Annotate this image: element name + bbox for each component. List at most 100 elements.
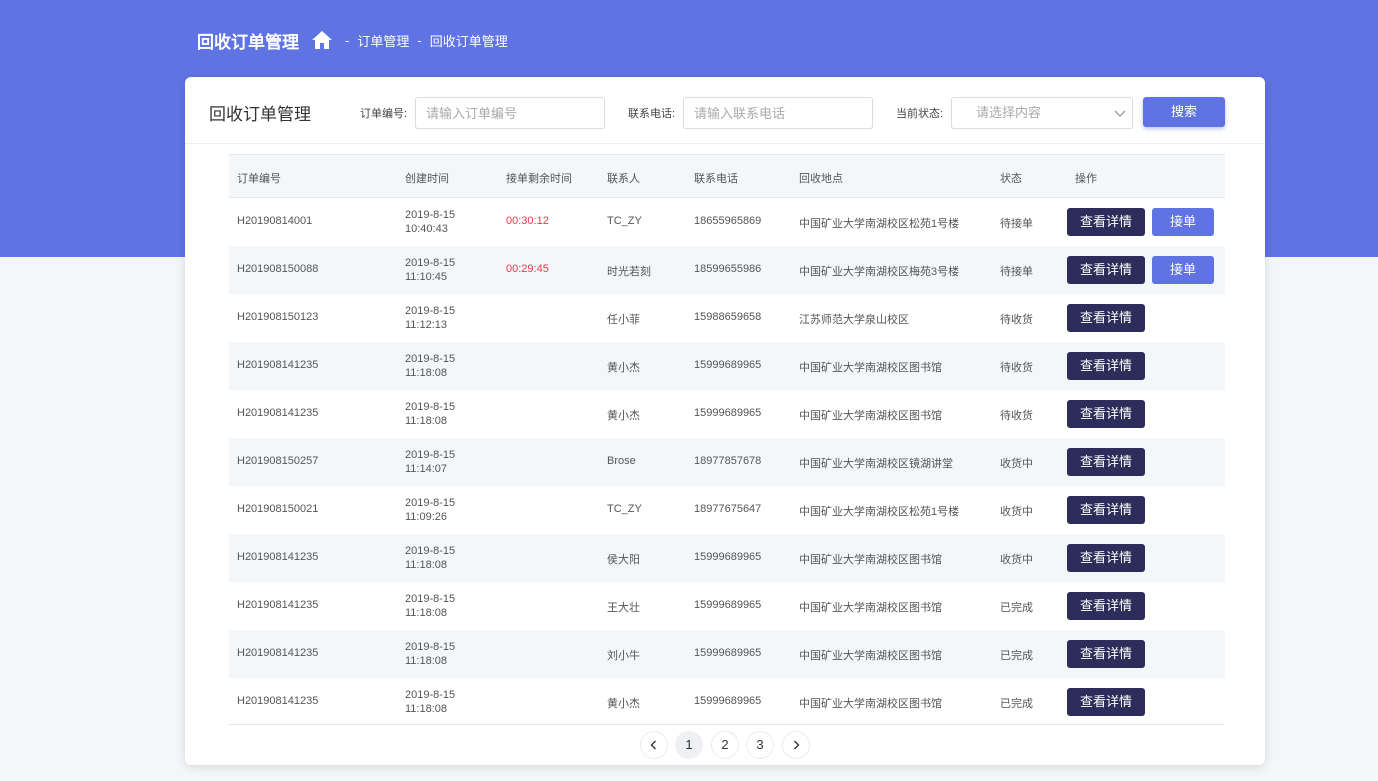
cell-created-time: 2019-8-15 11:12:13: [405, 304, 455, 332]
table-row: H201908141235 黄小杰 15999689965 中国矿业大学南湖校区图书馆…: [229, 678, 1225, 726]
cell-contact: 侯大阳: [607, 554, 640, 566]
cell-created-clock: 11:18:08: [405, 559, 448, 571]
cell-order-no: H201908141235: [237, 695, 319, 707]
orders-table: 订单编号 创建时间 接单剩余时间 联系人 联系电话 回收地点 状态 操作 H20…: [229, 154, 1225, 726]
cell-contact: 黄小杰: [607, 410, 640, 422]
cell-created-clock: 11:18:08: [405, 607, 448, 619]
cell-phone: 18977675647: [694, 503, 762, 515]
cell-phone: 15999689965: [694, 359, 762, 371]
col-phone: 联系电话: [694, 173, 738, 185]
cell-created-date: 2019-8-15: [405, 641, 456, 653]
search-button[interactable]: 搜索: [1143, 97, 1225, 127]
chevron-right-icon: [794, 740, 800, 750]
cell-status: 收货中: [1000, 554, 1033, 566]
col-order-no: 订单编号: [237, 173, 281, 185]
cell-location: 中国矿业大学南湖校区图书馆: [799, 410, 942, 422]
cell-contact: 时光若刻: [607, 266, 651, 278]
view-details-button[interactable]: 查看详情: [1067, 256, 1145, 284]
table-row: H201908141235 黄小杰 15999689965 中国矿业大学南湖校区图书馆…: [229, 342, 1225, 390]
cell-contact: 刘小牛: [607, 650, 640, 662]
cell-created-date: 2019-8-15: [405, 545, 456, 557]
cell-created-time: 2019-8-15 11:18:08: [405, 400, 455, 428]
cell-created-date: 2019-8-15: [405, 497, 456, 509]
cell-location: 中国矿业大学南湖校区图书馆: [799, 554, 942, 566]
cell-location: 中国矿业大学南湖校区图书馆: [799, 650, 942, 662]
status-label: 当前状态:: [896, 108, 944, 120]
cell-location: 中国矿业大学南湖校区梅苑3号楼: [799, 266, 960, 278]
cell-contact: Brose: [607, 455, 636, 467]
cell-created-clock: 11:10:45: [405, 271, 448, 283]
view-details-button[interactable]: 查看详情: [1067, 688, 1145, 716]
next-page-button[interactable]: [782, 731, 810, 759]
order-no-input[interactable]: [415, 97, 605, 129]
view-details-button[interactable]: 查看详情: [1067, 640, 1145, 668]
cell-phone: 15999689965: [694, 647, 762, 659]
cell-created-time: 2019-8-15 11:18:08: [405, 352, 455, 380]
cell-status: 已完成: [1000, 650, 1033, 662]
cell-order-no: H201908141235: [237, 647, 319, 659]
cell-contact: TC_ZY: [607, 215, 642, 227]
phone-input[interactable]: [683, 97, 873, 129]
cell-phone: 15999689965: [694, 599, 762, 611]
cell-phone: 15999689965: [694, 695, 762, 707]
chevron-left-icon: [650, 740, 656, 750]
cell-created-clock: 11:12:13: [405, 319, 448, 331]
cell-location: 中国矿业大学南湖校区图书馆: [799, 362, 942, 374]
cell-order-no: H201908150088: [237, 263, 319, 275]
cell-created-date: 2019-8-15: [405, 449, 456, 461]
cell-created-time: 2019-8-15 11:18:08: [405, 592, 455, 620]
view-details-button[interactable]: 查看详情: [1067, 544, 1145, 572]
page-button-3[interactable]: 3: [746, 731, 774, 759]
cell-created-clock: 11:18:08: [405, 703, 448, 715]
cell-phone: 18599655986: [694, 263, 762, 275]
cell-status: 待接单: [1000, 266, 1033, 278]
cell-order-no: H201908141235: [237, 551, 319, 563]
cell-created-date: 2019-8-15: [405, 593, 456, 605]
cell-status: 已完成: [1000, 698, 1033, 710]
page-title: 回收订单管理: [209, 105, 311, 124]
view-details-button[interactable]: 查看详情: [1067, 400, 1145, 428]
view-details-button[interactable]: 查看详情: [1067, 592, 1145, 620]
view-details-button[interactable]: 查看详情: [1067, 496, 1145, 524]
cell-status: 收货中: [1000, 506, 1033, 518]
cell-created-clock: 10:40:43: [405, 223, 448, 235]
view-details-button[interactable]: 查看详情: [1067, 352, 1145, 380]
table-body: H20190814001 00:30:12 TC_ZY 18655965869 中国矿业…: [229, 198, 1225, 726]
cell-remaining-time: 00:29:45: [506, 263, 549, 275]
cell-created-clock: 11:18:08: [405, 655, 448, 667]
table-row: H201908141235 黄小杰 15999689965 中国矿业大学南湖校区图书馆…: [229, 390, 1225, 438]
cell-phone: 15999689965: [694, 551, 762, 563]
phone-label: 联系电话:: [628, 108, 676, 120]
prev-page-button[interactable]: [640, 731, 668, 759]
cell-status: 待收货: [1000, 362, 1033, 374]
breadcrumb-item-orders[interactable]: 订单管理: [357, 31, 409, 50]
home-icon[interactable]: [311, 30, 333, 50]
cell-location: 中国矿业大学南湖校区图书馆: [799, 602, 942, 614]
table-row: H201908150021 TC_ZY 18977675647 中国矿业大学南湖校区松…: [229, 486, 1225, 534]
cell-status: 待收货: [1000, 410, 1033, 422]
order-no-label: 订单编号:: [360, 108, 408, 120]
breadcrumb-item-recycle-orders[interactable]: 回收订单管理: [430, 31, 508, 50]
page-button-1[interactable]: 1: [675, 731, 703, 759]
cell-location: 江苏师范大学泉山校区: [799, 314, 909, 326]
page-button-2[interactable]: 2: [711, 731, 739, 759]
view-details-button[interactable]: 查看详情: [1067, 304, 1145, 332]
view-details-button[interactable]: 查看详情: [1067, 448, 1145, 476]
cell-created-time: 2019-8-15 11:10:45: [405, 256, 455, 284]
cell-created-time: 2019-8-15 11:14:07: [405, 448, 455, 476]
cell-status: 待接单: [1000, 218, 1033, 230]
cell-order-no: H201908141235: [237, 359, 319, 371]
cell-created-clock: 11:09:26: [405, 511, 448, 523]
col-created-time: 创建时间: [405, 173, 449, 185]
cell-created-time: 2019-8-15 11:18:08: [405, 640, 455, 668]
cell-contact: 王大壮: [607, 602, 640, 614]
cell-created-clock: 11:18:08: [405, 415, 448, 427]
view-details-button[interactable]: 查看详情: [1067, 208, 1145, 236]
cell-contact: 黄小杰: [607, 698, 640, 710]
accept-order-button[interactable]: 接单: [1152, 208, 1214, 236]
cell-status: 待收货: [1000, 314, 1033, 326]
cell-created-date: 2019-8-15: [405, 257, 456, 269]
status-select[interactable]: 请选择内容: [951, 97, 1133, 129]
accept-order-button[interactable]: 接单: [1152, 256, 1214, 284]
table-row: H201908150123 任小菲 15988659658 江苏师范大学泉山校区 待收货…: [229, 294, 1225, 342]
